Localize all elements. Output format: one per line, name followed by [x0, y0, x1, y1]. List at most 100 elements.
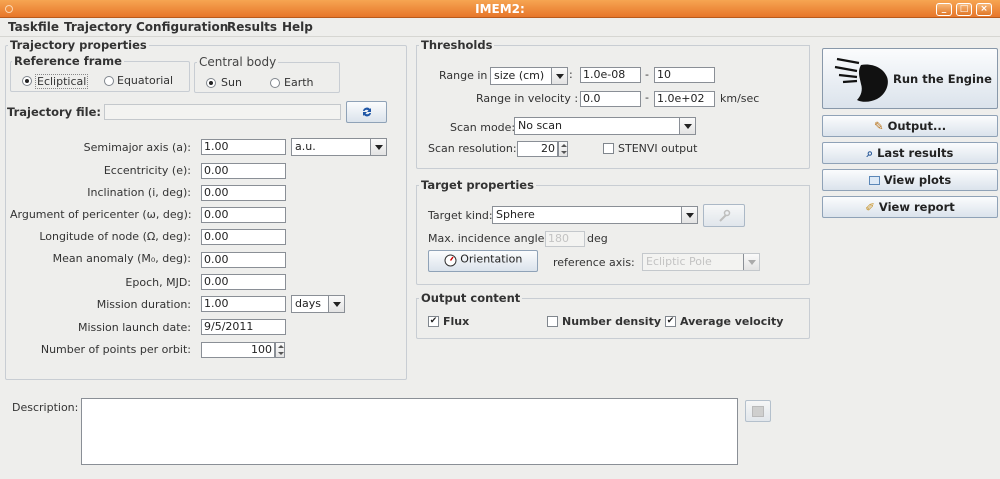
eccentricity-input[interactable]: 0.00	[201, 163, 286, 179]
output-button-label: Output...	[887, 119, 947, 133]
mission-duration-label: Mission duration:	[96, 298, 191, 311]
ecliptical-label[interactable]: Ecliptical	[35, 74, 89, 89]
thresholds-title: Thresholds	[419, 38, 495, 52]
velocity-max-input[interactable]: 1.0e+02	[654, 91, 715, 107]
ecliptical-radio[interactable]	[22, 76, 32, 86]
close-button[interactable]: ×	[976, 3, 992, 16]
velocity-range-label: Range in velocity :	[476, 92, 579, 105]
mission-duration-unit-value: days	[295, 297, 321, 310]
target-kind-label: Target kind:	[428, 209, 493, 222]
chevron-down-icon	[679, 118, 695, 134]
semimajor-axis-unit-select[interactable]: a.u.	[291, 138, 387, 156]
target-kind-select[interactable]: Sphere	[492, 206, 698, 224]
earth-label[interactable]: Earth	[284, 76, 314, 89]
scan-resolution-label: Scan resolution:	[428, 142, 517, 155]
argument-of-pericenter-input[interactable]: 0.00	[201, 207, 286, 223]
menu-help[interactable]: Help	[282, 20, 313, 34]
window-title: IMEM2:	[475, 2, 525, 16]
range-in-value: size (cm)	[494, 69, 545, 82]
eccentricity-label: Eccentricity (e):	[103, 164, 191, 177]
mission-duration-unit-select[interactable]: days	[291, 295, 345, 313]
chevron-down-icon	[328, 296, 344, 312]
range-in-select[interactable]: size (cm)	[490, 67, 568, 85]
scan-resolution-input[interactable]: 20	[517, 141, 558, 157]
chevron-down-icon	[743, 254, 759, 270]
pencil-icon: ✐	[865, 200, 875, 214]
scan-mode-select[interactable]: No scan	[514, 117, 696, 135]
flux-checkbox[interactable]: ✔	[428, 316, 439, 327]
stenvi-output-label[interactable]: STENVI output	[618, 142, 697, 155]
reference-axis-label: reference axis:	[553, 256, 635, 269]
reference-axis-select[interactable]: Ecliptic Pole	[642, 253, 760, 271]
inclination-label: Inclination (i, deg):	[87, 186, 191, 199]
sun-label[interactable]: Sun	[221, 76, 242, 89]
average-velocity-label[interactable]: Average velocity	[680, 315, 783, 328]
size-min-input[interactable]: 1.0e-08	[580, 67, 641, 83]
epoch-mjd-label: Epoch, MJD:	[125, 276, 191, 289]
epoch-mjd-input[interactable]: 0.00	[201, 274, 286, 290]
trajectory-properties-title: Trajectory properties	[8, 38, 149, 52]
inclination-input[interactable]: 0.00	[201, 185, 286, 201]
target-kind-value: Sphere	[496, 208, 535, 221]
target-properties-title: Target properties	[419, 178, 536, 192]
semimajor-axis-label: Semimajor axis (a):	[83, 141, 191, 154]
target-settings-button[interactable]	[703, 204, 745, 227]
range-in-label: Range in	[439, 69, 488, 82]
stenvi-output-checkbox[interactable]	[603, 143, 614, 154]
velocity-range-dash: -	[645, 91, 649, 104]
chevron-down-icon	[551, 68, 567, 84]
mission-launch-date-label: Mission launch date:	[77, 321, 191, 334]
orientation-button-label: Orientation	[460, 252, 523, 266]
average-velocity-checkbox[interactable]: ✔	[665, 316, 676, 327]
minimize-button[interactable]: _	[936, 3, 952, 16]
view-report-label: View report	[878, 200, 955, 214]
number-density-label[interactable]: Number density	[562, 315, 661, 328]
description-textarea[interactable]	[81, 398, 738, 465]
mission-launch-date-input[interactable]: 9/5/2011	[201, 319, 286, 335]
description-label: Description:	[12, 401, 79, 414]
points-per-orbit-input[interactable]: 100	[201, 342, 275, 358]
menu-taskfile[interactable]: Taskfile	[8, 20, 59, 34]
longitude-of-node-label: Longitude of node (Ω, deg):	[39, 230, 191, 243]
points-per-orbit-spinner[interactable]	[275, 342, 285, 358]
equatorial-label[interactable]: Equatorial	[117, 74, 173, 87]
title-bar: IMEM2: _ □ ×	[0, 0, 1000, 18]
menu-results[interactable]: Results	[227, 20, 277, 34]
max-incidence-angle-input[interactable]: 180	[545, 231, 585, 247]
semimajor-axis-input[interactable]: 1.00	[201, 139, 286, 155]
trajectory-file-input[interactable]	[104, 104, 341, 120]
scan-resolution-spinner[interactable]	[558, 141, 568, 157]
mission-duration-input[interactable]: 1.00	[201, 296, 286, 312]
longitude-of-node-input[interactable]: 0.00	[201, 229, 286, 245]
trajectory-file-label: Trajectory file:	[7, 105, 102, 119]
scan-mode-label: Scan mode:	[450, 121, 516, 134]
refresh-trajectory-button[interactable]	[346, 101, 387, 123]
description-save-button[interactable]	[745, 400, 771, 422]
equatorial-radio[interactable]	[104, 76, 114, 86]
maximize-button[interactable]: □	[956, 3, 972, 16]
size-max-input[interactable]: 10	[654, 67, 715, 83]
number-density-checkbox[interactable]	[547, 316, 558, 327]
incidence-unit: deg	[587, 232, 608, 245]
last-results-button[interactable]: ⌕ Last results	[822, 142, 998, 164]
menu-configuration[interactable]: Configuration	[136, 20, 228, 34]
view-plots-label: View plots	[883, 173, 952, 187]
semimajor-axis-unit-value: a.u.	[295, 140, 316, 153]
chart-icon	[868, 176, 880, 185]
output-button[interactable]: ✎ Output...	[822, 115, 998, 137]
view-report-button[interactable]: ✐ View report	[822, 196, 998, 218]
earth-radio[interactable]	[270, 78, 280, 88]
compass-icon	[444, 254, 457, 267]
mean-anomaly-input[interactable]: 0.00	[201, 252, 286, 268]
view-plots-button[interactable]: View plots	[822, 169, 998, 191]
sun-radio[interactable]	[206, 78, 216, 88]
velocity-min-input[interactable]: 0.0	[580, 91, 641, 107]
run-engine-button[interactable]: Run the Engine	[822, 48, 998, 109]
reference-axis-value: Ecliptic Pole	[646, 255, 712, 268]
last-results-label: Last results	[877, 146, 954, 160]
chevron-down-icon	[370, 139, 386, 155]
orientation-button[interactable]: Orientation	[428, 250, 538, 272]
menu-trajectory[interactable]: Trajectory	[64, 20, 132, 34]
brush-icon: ✎	[873, 119, 884, 133]
flux-label[interactable]: Flux	[443, 315, 469, 328]
